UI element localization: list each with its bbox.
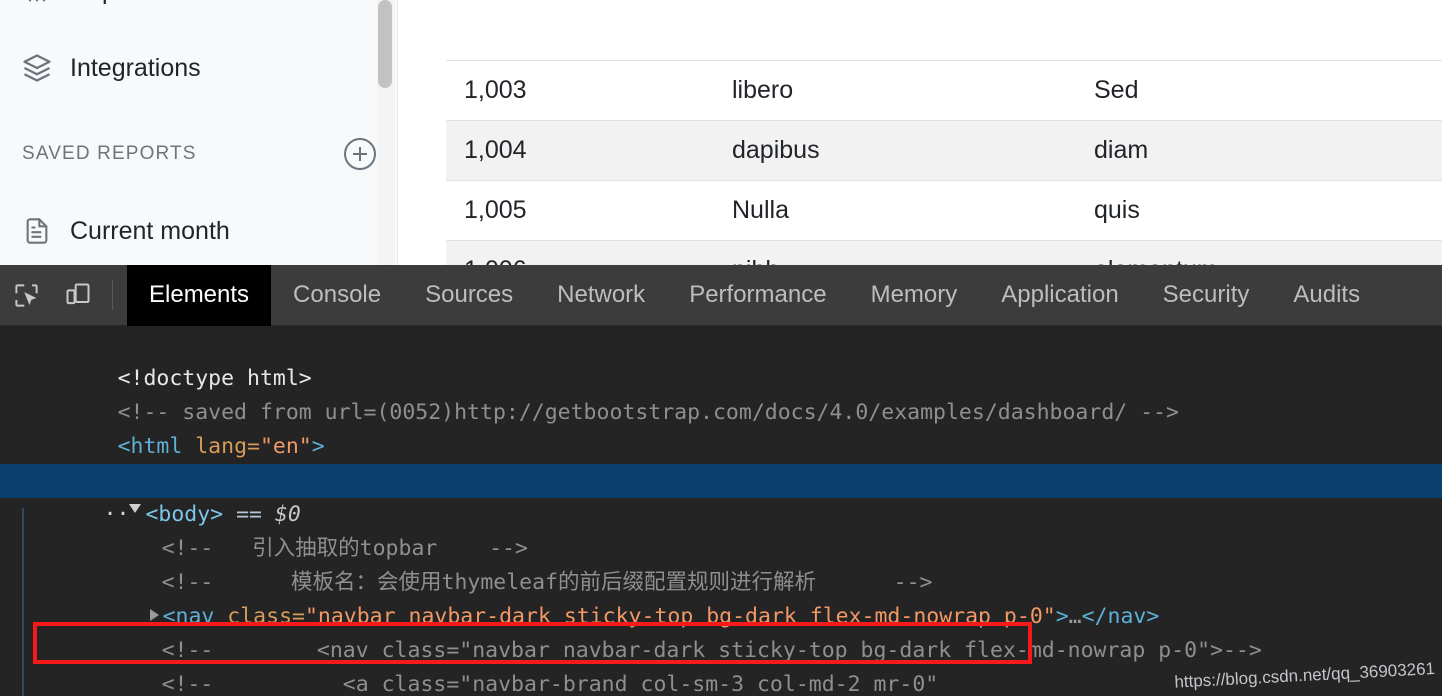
sidebar-item-current-month[interactable]: Current month	[0, 200, 398, 262]
tab-performance[interactable]: Performance	[667, 265, 848, 326]
data-table-container: 1,003 libero Sed 1,004 dapibus diam 1,00…	[446, 0, 1442, 265]
dom-line-comment-nav[interactable]: <!-- <nav class="navbar navbar-dark stic…	[0, 600, 1442, 663]
sidebar-section-saved-reports: SAVED REPORTS	[0, 138, 398, 170]
tab-sources[interactable]: Sources	[403, 265, 535, 326]
table-cell-word1: Nulla	[714, 179, 1076, 240]
tab-console[interactable]: Console	[271, 265, 403, 326]
toolbar-divider	[112, 280, 113, 310]
table-cell-id: 1,003	[446, 59, 714, 120]
dom-line-nav[interactable]: <nav class="navbar navbar-dark sticky-to…	[0, 566, 1442, 629]
devtools-panel: Elements Console Sources Network Perform…	[0, 264, 1442, 696]
devtools-toolbar: Elements Console Sources Network Perform…	[0, 264, 1442, 326]
dom-tree[interactable]: <!doctype html> <!-- saved from url=(005…	[0, 326, 1442, 696]
table-cell-id: 1,005	[446, 179, 714, 240]
table-cell-id: 1,004	[446, 119, 714, 180]
dom-line-html[interactable]: <html lang="en">	[0, 396, 1442, 459]
dom-indent-guide	[22, 508, 24, 696]
table-cell-word2: quis	[1076, 179, 1442, 240]
screenshot-root: Reports Integrations SAVED REPORTS	[0, 0, 1442, 696]
tab-memory[interactable]: Memory	[849, 265, 980, 326]
tab-elements[interactable]: Elements	[127, 264, 272, 326]
tab-application[interactable]: Application	[979, 265, 1140, 326]
dom-line-comment-topbar[interactable]: <!-- 引入抽取的topbar -->	[0, 498, 1442, 561]
tab-network[interactable]: Network	[535, 265, 667, 326]
dom-line-body-selected[interactable]: ·· <body> == $0	[0, 464, 1442, 527]
device-toolbar-icon[interactable]	[52, 265, 104, 326]
dom-line-comment-template[interactable]: <!-- 模板名：会使用thymeleaf的前后缀配置规则进行解析 -->	[0, 532, 1442, 595]
layers-icon	[22, 53, 52, 83]
dom-line-head[interactable]: <head>…</head>	[0, 430, 1442, 493]
sidebar-scrollbar-thumb[interactable]	[378, 0, 392, 88]
plus-circle-icon[interactable]	[344, 138, 376, 170]
sidebar-item-integrations[interactable]: Integrations	[0, 37, 398, 99]
table-row[interactable]: 1,004 dapibus diam	[446, 119, 1442, 180]
table-cell-word2: elementum	[1076, 239, 1442, 265]
inspect-element-icon[interactable]	[0, 265, 52, 326]
table-cell-word1: libero	[714, 59, 1076, 120]
tab-security[interactable]: Security	[1141, 265, 1272, 326]
table-cell-word1: dapibus	[714, 119, 1076, 180]
table-cell-word2: Sed	[1076, 59, 1442, 120]
dashboard-sidebar: Reports Integrations SAVED REPORTS	[0, 0, 398, 265]
table-row[interactable]: 1,003 libero Sed	[446, 59, 1442, 120]
sidebar-scrollbar-track[interactable]	[377, 0, 395, 265]
dom-line-saved-comment[interactable]: <!-- saved from url=(0052)http://getboot…	[0, 362, 1442, 425]
sidebar-item-label: Current month	[70, 216, 230, 245]
table-cell-word2: diam	[1076, 119, 1442, 180]
data-table: 1,003 libero Sed 1,004 dapibus diam 1,00…	[446, 0, 1442, 265]
table-cell-word1: nibh	[714, 239, 1076, 265]
sidebar-item-label: Integrations	[70, 53, 201, 82]
sidebar-section-title: SAVED REPORTS	[22, 143, 197, 164]
file-text-icon	[22, 216, 52, 246]
tab-audits[interactable]: Audits	[1271, 265, 1382, 326]
table-row[interactable]: 1,006 nibh elementum	[446, 239, 1442, 265]
bar-chart-icon	[22, 0, 52, 6]
dom-line-doctype[interactable]: <!doctype html>	[0, 328, 1442, 391]
table-cell-id: 1,006	[446, 239, 714, 265]
sidebar-item-reports[interactable]: Reports	[0, 0, 398, 22]
table-row-partial	[446, 0, 1442, 60]
web-page-viewport: Reports Integrations SAVED REPORTS	[0, 0, 1442, 265]
table-row[interactable]: 1,005 Nulla quis	[446, 179, 1442, 240]
sidebar-item-label: Reports	[70, 0, 158, 6]
